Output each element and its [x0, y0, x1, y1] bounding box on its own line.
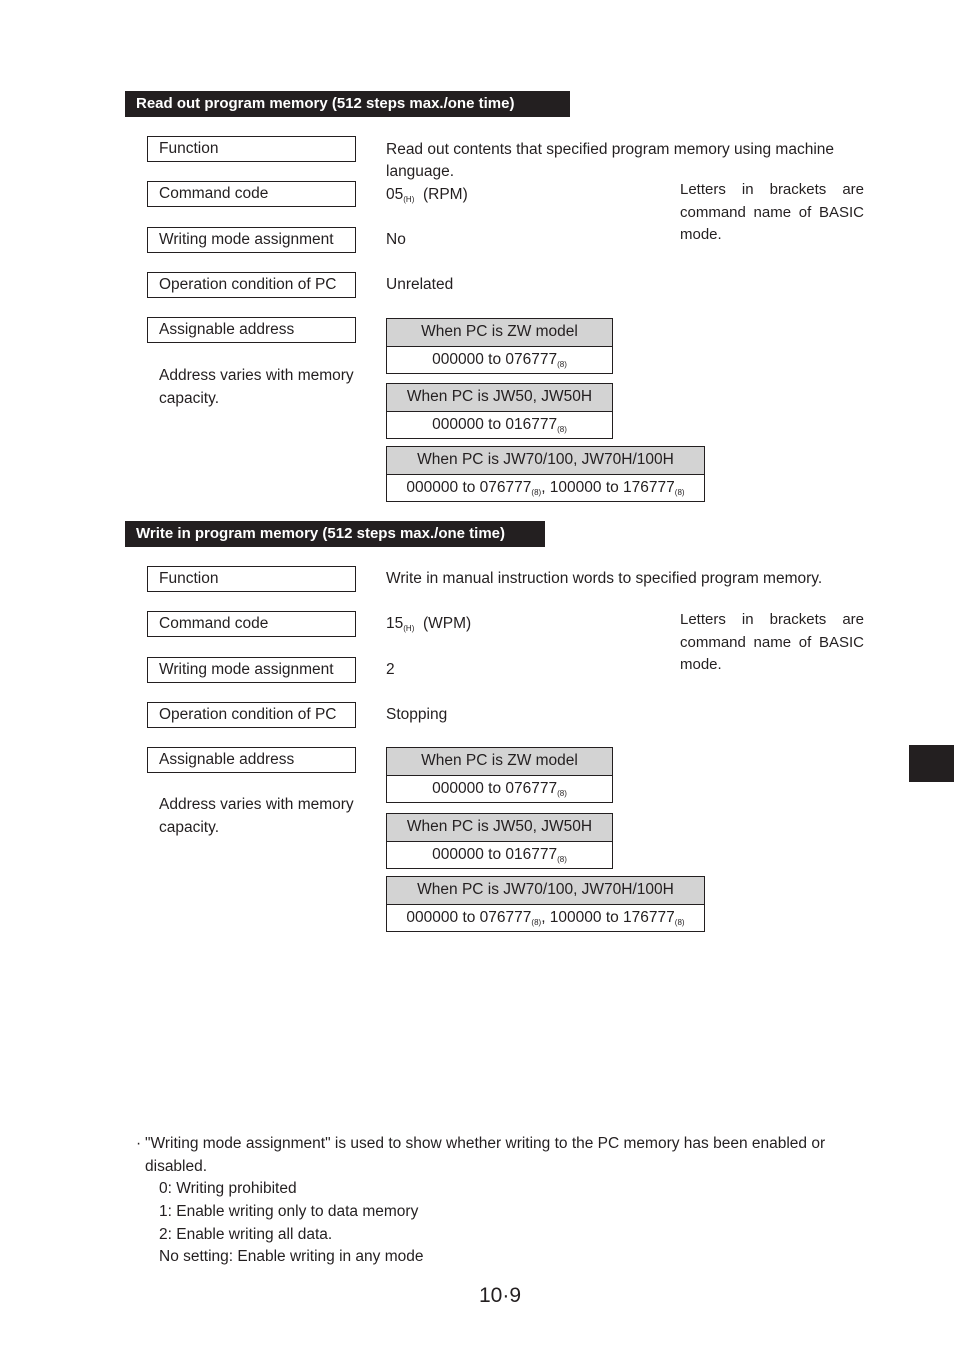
address-table-range: 000000 to 076777(8), 100000 to 176777(8) [387, 475, 704, 501]
address-table-header: When PC is ZW model [387, 319, 612, 347]
command-code-radix: (H) [403, 195, 415, 204]
function-value: Write in manual instruction words to spe… [386, 570, 823, 587]
address-table-range: 000000 to 076777(8) [387, 776, 612, 802]
address-table-range: 000000 to 076777(8), 100000 to 176777(8) [387, 905, 704, 931]
range-text: 000000 to 016777 [432, 416, 558, 433]
label-function: Function [147, 136, 356, 162]
address-table-zw: When PC is ZW model 000000 to 076777(8) [386, 318, 613, 374]
range-radix: (8) [531, 918, 542, 927]
range-radix: (8) [674, 488, 685, 497]
address-table-jw50: When PC is JW50, JW50H 000000 to 016777(… [386, 383, 613, 439]
range-text: 000000 to 076777 [406, 909, 532, 926]
command-code-basic-name: (RPM) [422, 186, 468, 203]
address-table-range: 000000 to 016777(8) [387, 842, 612, 868]
command-code-number: 15 [386, 615, 404, 632]
range-text: 000000 to 076777 [406, 479, 532, 496]
label-assignable-address: Assignable address [147, 317, 356, 343]
command-code-basic-name: (WPM) [422, 615, 472, 632]
command-code-value: 05(H) (RPM) [386, 184, 468, 208]
range-radix: (8) [557, 360, 567, 369]
label-writing-mode: Writing mode assignment [147, 657, 356, 683]
side-note: Letters in brackets are command name of … [680, 611, 864, 673]
range-radix: (8) [557, 789, 567, 798]
footnote-item: 1: Enable writing only to data memory [159, 1203, 419, 1220]
address-table-header: When PC is JW70/100, JW70H/100H [387, 447, 704, 475]
label-writing-mode: Writing mode assignment [147, 227, 356, 253]
command-code-radix: (H) [403, 624, 415, 633]
address-table-jw70: When PC is JW70/100, JW70H/100H 000000 t… [386, 876, 705, 932]
section-title-read-program-memory: Read out program memory (512 steps max./… [125, 91, 570, 117]
address-table-header: When PC is JW50, JW50H [387, 814, 612, 842]
address-table-jw70: When PC is JW70/100, JW70H/100H 000000 t… [386, 446, 705, 502]
range-text: , 100000 to 176777 [541, 909, 675, 926]
label-operation-condition: Operation condition of PC [147, 702, 356, 728]
range-text: 000000 to 076777 [432, 351, 558, 368]
range-text: , 100000 to 176777 [541, 479, 675, 496]
chapter-tab-marker [909, 745, 954, 782]
address-table-header: When PC is ZW model [387, 748, 612, 776]
function-value: Read out contents that specified program… [386, 141, 835, 180]
address-table-range: 000000 to 016777(8) [387, 412, 612, 438]
label-command-code: Command code [147, 181, 356, 207]
writing-mode-value: 2 [386, 661, 395, 678]
label-assignable-address: Assignable address [147, 747, 356, 773]
address-table-zw: When PC is ZW model 000000 to 076777(8) [386, 747, 613, 803]
range-radix: (8) [531, 488, 542, 497]
label-command-code: Command code [147, 611, 356, 637]
address-note: Address varies with memory capacity. [159, 796, 354, 836]
operation-condition-value: Stopping [386, 706, 448, 723]
footnote-item: No setting: Enable writing in any mode [159, 1248, 424, 1265]
label-operation-condition: Operation condition of PC [147, 272, 356, 298]
address-table-jw50: When PC is JW50, JW50H 000000 to 016777(… [386, 813, 613, 869]
page-number: 10·9 [478, 1284, 522, 1307]
range-text: 000000 to 076777 [432, 780, 558, 797]
command-code-number: 05 [386, 186, 404, 203]
writing-mode-value: No [386, 231, 406, 248]
address-table-range: 000000 to 076777(8) [387, 347, 612, 373]
footnote-bullet: · [136, 1135, 142, 1152]
footnote-item: 2: Enable writing all data. [159, 1226, 333, 1243]
range-text: 000000 to 016777 [432, 846, 558, 863]
address-table-header: When PC is JW50, JW50H [387, 384, 612, 412]
footnote-item: 0: Writing prohibited [159, 1180, 297, 1197]
command-code-value: 15(H) (WPM) [386, 613, 471, 637]
side-note: Letters in brackets are command name of … [680, 181, 864, 243]
section-title-write-program-memory: Write in program memory (512 steps max./… [125, 521, 545, 547]
address-note: Address varies with memory capacity. [159, 367, 354, 407]
footnote-intro: "Writing mode assignment" is used to sho… [145, 1135, 826, 1175]
address-table-header: When PC is JW70/100, JW70H/100H [387, 877, 704, 905]
range-radix: (8) [674, 918, 685, 927]
range-radix: (8) [557, 425, 567, 434]
label-function: Function [147, 566, 356, 592]
range-radix: (8) [557, 855, 567, 864]
operation-condition-value: Unrelated [386, 276, 454, 293]
